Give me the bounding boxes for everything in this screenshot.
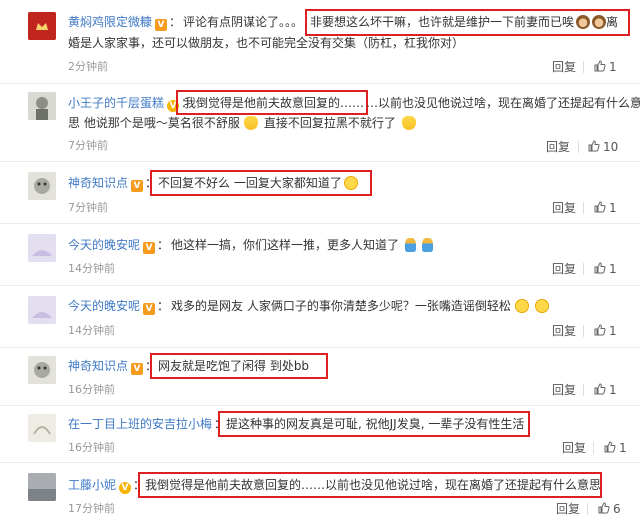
avatar[interactable] <box>28 414 56 442</box>
username-link[interactable]: 工藤小妮 <box>68 478 116 492</box>
comment-text: 婚是人家家事，还可以做朋友，也不可能完全没有交集（防杠，杠我你对） <box>68 36 465 50</box>
comment-item: 今天的晚安呢 V：他这样一搞，你们这样一推，更多人知道了 14分钟前 回复 1 <box>0 224 640 286</box>
comment-time: 2分钟前 <box>68 60 108 73</box>
reply-button[interactable]: 回复 <box>552 200 576 216</box>
comment-time: 14分钟前 <box>68 262 115 275</box>
verified-badge-icon: V <box>131 363 144 375</box>
like-button[interactable]: 1 <box>594 59 617 75</box>
thumbs-up-icon <box>594 262 606 274</box>
username-link[interactable]: 在一丁目上班的安吉拉小梅 <box>68 417 212 431</box>
hug-emoji-icon <box>401 116 416 130</box>
comment-text: 戏多的是网友 人家俩口子的事你清楚多少呢？一张嘴造谣倒轻松 <box>171 299 511 313</box>
like-button[interactable]: 1 <box>594 261 617 277</box>
doll-emoji-icon <box>405 238 417 252</box>
avatar[interactable] <box>28 172 56 200</box>
username-link[interactable]: 今天的晚安呢 <box>68 238 140 252</box>
avatar[interactable] <box>28 234 56 262</box>
comment-item: 黄焖鸡限定微糠 V：评论有点阴谋论了。。。 非要想这么坏干嘛，也许就是维护一下前妻… <box>0 0 640 84</box>
avatar[interactable] <box>28 12 56 40</box>
thumbs-up-icon <box>588 140 600 152</box>
comment-time: 7分钟前 <box>68 139 108 152</box>
monkey-emoji-icon <box>576 15 591 29</box>
comment-text: 他这样一搞，你们这样一推，更多人知道了 <box>171 238 400 252</box>
like-count: 1 <box>609 262 617 276</box>
thumbs-up-icon <box>594 383 606 395</box>
comment-text-highlight: 我倒觉得是他前夫故意回复的…… <box>184 96 365 110</box>
monkey-emoji-icon <box>592 15 607 29</box>
thumbs-up-icon <box>594 201 606 213</box>
comment-item: 今天的晚安呢 V：戏多的是网友 人家俩口子的事你清楚多少呢？一张嘴造谣倒轻松 14… <box>0 286 640 348</box>
reply-button[interactable]: 回复 <box>562 440 586 456</box>
doll-emoji-icon <box>422 238 434 252</box>
username-link[interactable]: 黄焖鸡限定微糠 <box>68 15 152 29</box>
verified-badge-icon: V <box>143 303 156 315</box>
like-button[interactable]: 1 <box>604 440 627 456</box>
reply-button[interactable]: 回复 <box>546 139 570 155</box>
reply-button[interactable]: 回复 <box>552 261 576 277</box>
username-link[interactable]: 神奇知识点 <box>68 176 128 190</box>
vip-badge-icon: V <box>167 100 180 112</box>
thinking-emoji-icon <box>534 299 549 313</box>
avatar[interactable] <box>28 356 56 384</box>
username-link[interactable]: 今天的晚安呢 <box>68 299 140 313</box>
avatar[interactable] <box>28 296 56 324</box>
avatar[interactable] <box>28 473 56 501</box>
like-button[interactable]: 6 <box>598 501 621 517</box>
reply-button[interactable]: 回复 <box>552 59 576 75</box>
comment-text: 思 他说那个是哦～莫名很不舒服 <box>68 116 240 130</box>
like-count: 1 <box>619 441 627 455</box>
smirk-emoji-icon <box>343 176 358 190</box>
comment-text-highlight: 非要想这么坏干嘛，也许就是维护一下前妻而已唉 <box>310 15 575 29</box>
comment-time: 16分钟前 <box>68 383 115 396</box>
comment-item: 在一丁目上班的安吉拉小梅： 提这种事的网友真是可耻, 祝他JJ发臭, 一辈子没有… <box>0 406 640 463</box>
comment-time: 16分钟前 <box>68 441 115 454</box>
like-button[interactable]: 10 <box>588 139 618 155</box>
like-button[interactable]: 1 <box>594 200 617 216</box>
comment-item: 小王子的千层蛋糕 V： 我倒觉得是他前夫故意回复的…… …以前也没见他说过啥，现在… <box>0 84 640 162</box>
like-count: 1 <box>609 60 617 74</box>
verified-badge-icon: V <box>143 242 156 254</box>
thumbs-up-icon <box>604 441 616 453</box>
like-count: 1 <box>609 201 617 215</box>
vip-badge-icon: V <box>119 482 132 494</box>
comment-item: 工藤小妮 V： 我倒觉得是他前夫故意回复的……以前也没见他说过啥，现在离婚了还提起… <box>0 463 640 531</box>
comment-time: 7分钟前 <box>68 201 108 214</box>
comment-text-highlight: 提这种事的网友真是可耻, 祝他JJ发臭, 一辈子没有性生活 <box>226 417 525 431</box>
comment-text-highlight: 网友就是吃饱了闲得 到处bb <box>158 359 310 373</box>
wave-emoji-icon <box>243 116 258 130</box>
reply-button[interactable]: 回复 <box>552 323 576 339</box>
like-count: 1 <box>609 383 617 397</box>
username-link[interactable]: 小王子的千层蛋糕 <box>68 96 164 110</box>
comment-time: 14分钟前 <box>68 324 115 337</box>
reply-button[interactable]: 回复 <box>552 382 576 398</box>
like-button[interactable]: 1 <box>594 323 617 339</box>
thinking-emoji-icon <box>514 299 529 313</box>
like-count: 1 <box>609 324 617 338</box>
comment-text-highlight: 我倒觉得是他前夫故意回复的……以前也没见他说过啥，现在离婚了还提起有什么意思 <box>145 478 602 492</box>
comment-item: 神奇知识点 V： 不回复不好么 一回复大家都知道了 7分钟前 回复 1 <box>0 162 640 224</box>
thumbs-up-icon <box>594 324 606 336</box>
comment-text-highlight: 不回复不好么 一回复大家都知道了 <box>158 176 342 190</box>
thumbs-up-icon <box>594 60 606 72</box>
like-count: 6 <box>613 502 621 516</box>
avatar[interactable] <box>28 92 56 120</box>
like-button[interactable]: 1 <box>594 382 617 398</box>
verified-badge-icon: V <box>131 180 144 192</box>
comment-item: 神奇知识点 V： 网友就是吃饱了闲得 到处bb 16分钟前 回复 1 <box>0 348 640 406</box>
reply-button[interactable]: 回复 <box>556 501 580 517</box>
verified-badge-icon: V <box>155 19 168 31</box>
username-link[interactable]: 神奇知识点 <box>68 359 128 373</box>
thumbs-up-icon <box>598 502 610 514</box>
like-count: 10 <box>603 140 619 154</box>
comment-time: 17分钟前 <box>68 502 115 515</box>
